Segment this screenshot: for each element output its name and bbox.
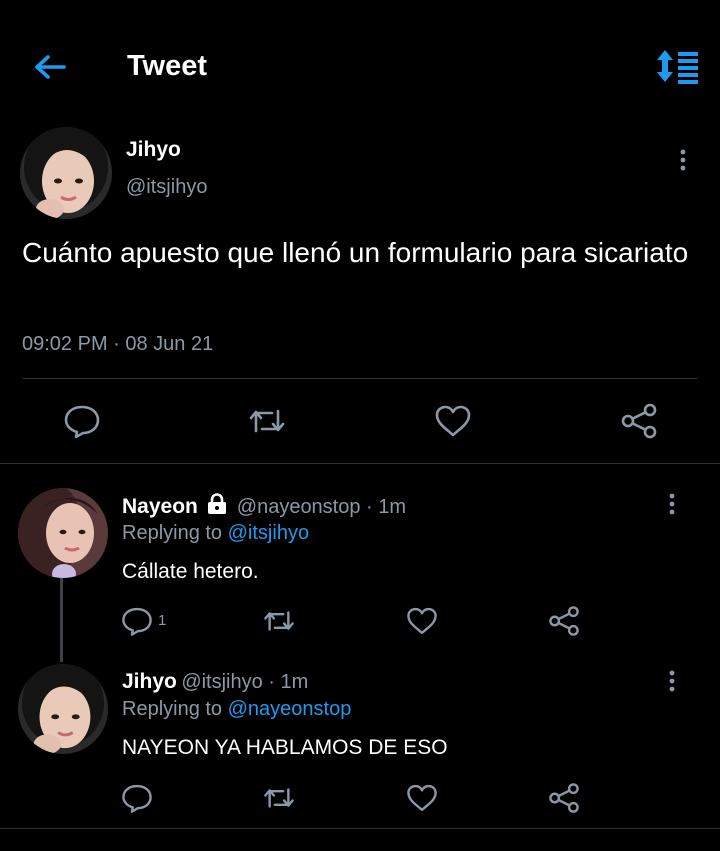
reply-button[interactable]: 1 — [120, 605, 180, 639]
like-button[interactable] — [405, 782, 439, 819]
replying-to-line: Replying to @nayeonstop — [122, 698, 351, 721]
reply-header: Nayeon @nayeonstop · 1m — [122, 493, 406, 520]
reply-header: Jihyo @itsjihyo · 1m — [122, 670, 308, 694]
share-button[interactable] — [547, 782, 581, 819]
tweet-text: Cuánto apuesto que llenó un formulario p… — [22, 237, 689, 268]
like-icon — [435, 405, 471, 437]
page-title: Tweet — [127, 50, 208, 82]
reply-action-bar: 1 — [120, 605, 590, 639]
reply-author-name[interactable]: Jihyo — [122, 670, 177, 693]
thread-connector-line — [60, 578, 63, 662]
avatar-jihyo[interactable] — [20, 127, 112, 219]
retweet-icon — [264, 611, 294, 631]
profile-photo — [20, 127, 112, 219]
author-name[interactable]: Jihyo — [126, 138, 181, 162]
retweet-button[interactable] — [262, 605, 296, 642]
like-icon — [407, 607, 437, 635]
back-button[interactable] — [30, 50, 70, 84]
more-vertical-icon — [669, 670, 675, 692]
more-options-button[interactable] — [662, 489, 682, 519]
sort-button[interactable] — [652, 46, 700, 86]
reply-text: NAYEON YA HABLAMOS DE ESO — [122, 736, 448, 759]
more-vertical-icon — [680, 149, 686, 171]
back-arrow-icon — [35, 55, 66, 79]
share-icon — [549, 783, 579, 813]
replying-label: Replying to — [122, 522, 223, 544]
more-options-button[interactable] — [673, 145, 693, 175]
mention-link[interactable]: @itsjihyo — [228, 522, 309, 544]
author-handle[interactable]: @itsjihyo — [126, 176, 207, 199]
retweet-button[interactable] — [262, 782, 296, 819]
retweet-icon — [249, 409, 285, 433]
share-button[interactable] — [547, 605, 581, 642]
share-icon — [549, 606, 579, 636]
tweet-timestamp: 09:02 PM · 08 Jun 21 — [22, 333, 214, 355]
reply-action-bar — [120, 782, 590, 816]
mention-link[interactable]: @nayeonstop — [228, 698, 352, 720]
more-options-button[interactable] — [662, 666, 682, 696]
reply-button[interactable] — [120, 782, 154, 819]
profile-photo — [18, 664, 108, 754]
more-vertical-icon — [669, 493, 675, 515]
share-icon — [621, 403, 657, 439]
reply-button[interactable] — [62, 403, 102, 439]
like-button[interactable] — [405, 605, 439, 642]
divider — [0, 463, 720, 464]
divider — [0, 828, 720, 829]
reply-count: 1 — [158, 612, 167, 629]
avatar-nayeon[interactable] — [18, 488, 108, 578]
like-icon — [407, 784, 437, 812]
retweet-button[interactable] — [247, 403, 287, 439]
share-button[interactable] — [619, 403, 659, 439]
like-button[interactable] — [433, 403, 473, 439]
sort-icon — [657, 50, 698, 84]
reply-icon — [122, 607, 152, 636]
reply-icon — [64, 405, 100, 439]
reply-author-name[interactable]: Nayeon — [122, 495, 198, 518]
replying-label: Replying to — [122, 698, 223, 720]
profile-photo — [18, 488, 108, 578]
lock-icon — [206, 493, 228, 520]
reply-text: Cállate hetero. — [122, 560, 259, 583]
divider — [22, 378, 698, 379]
reply-handle-time: @itsjihyo · 1m — [181, 671, 309, 693]
avatar-jihyo[interactable] — [18, 664, 108, 754]
reply-handle-time: @nayeonstop · 1m — [236, 496, 407, 518]
retweet-icon — [264, 788, 294, 808]
reply-icon — [122, 784, 152, 813]
replying-to-line: Replying to @itsjihyo — [122, 522, 309, 545]
